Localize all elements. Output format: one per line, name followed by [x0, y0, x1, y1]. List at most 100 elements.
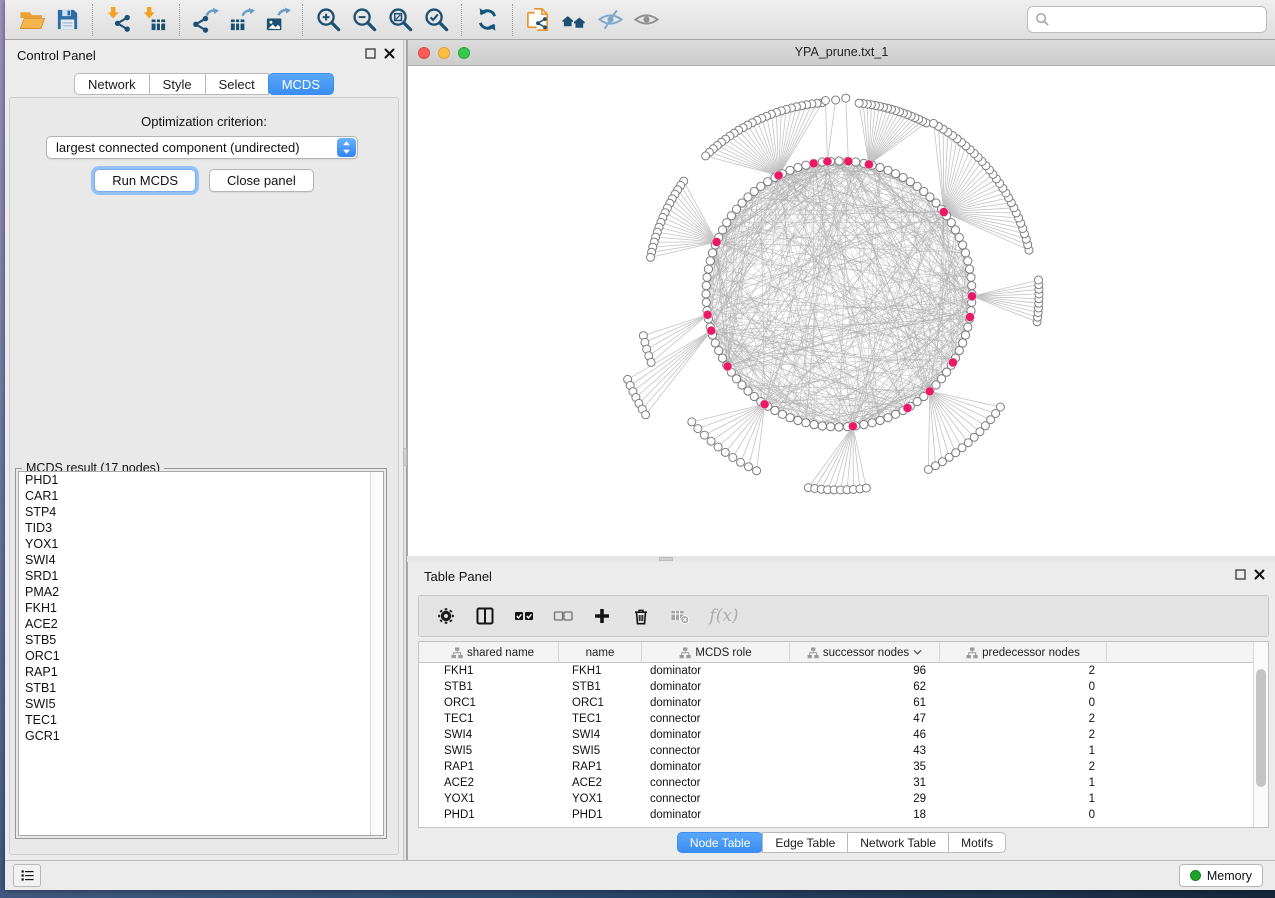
result-node-item[interactable]: SWI5 — [19, 696, 383, 712]
list-icon — [19, 867, 36, 884]
status-bar: Memory — [5, 860, 1275, 890]
table-row-ORC1[interactable]: ORC1ORC1dominator610 — [419, 695, 1254, 711]
cell-shared-name: SWI5 — [427, 743, 559, 759]
first-neighbors-icon — [561, 6, 588, 33]
run-mcds-button[interactable]: Run MCDS — [94, 169, 196, 192]
close-panel-icon[interactable] — [384, 48, 395, 59]
result-list-scrollbar[interactable] — [370, 472, 383, 835]
export-image-button[interactable] — [259, 3, 295, 37]
network-canvas[interactable] — [408, 66, 1274, 555]
criterion-dropdown[interactable]: largest connected component (undirected) — [46, 136, 358, 159]
task-history-button[interactable] — [13, 864, 41, 887]
toolbar-separator — [512, 4, 513, 36]
tab-select[interactable]: Select — [205, 73, 269, 95]
result-node-item[interactable]: SRD1 — [19, 568, 383, 584]
duplicate-network-button[interactable] — [520, 3, 556, 37]
table-tab-motifs[interactable]: Motifs — [948, 832, 1006, 853]
float-table-panel-icon[interactable] — [1235, 569, 1246, 580]
cell-predecessor-nodes: 1 — [940, 791, 1107, 807]
table-row-ACE2[interactable]: ACE2ACE2connector311 — [419, 775, 1254, 791]
cell-successor-nodes: 62 — [790, 679, 940, 695]
refresh-button[interactable] — [469, 3, 505, 37]
result-node-item[interactable]: YOX1 — [19, 536, 383, 552]
zoom-fit-button[interactable] — [382, 3, 418, 37]
result-node-item[interactable]: STB5 — [19, 632, 383, 648]
table-row-RAP1[interactable]: RAP1RAP1dominator352 — [419, 759, 1254, 775]
result-node-item[interactable]: TEC1 — [19, 712, 383, 728]
tab-style[interactable]: Style — [149, 73, 206, 95]
splitter-grip-h[interactable] — [659, 557, 673, 561]
tab-network[interactable]: Network — [74, 73, 150, 95]
table-row-STB1[interactable]: STB1STB1dominator620 — [419, 679, 1254, 695]
cell-name: STB1 — [559, 679, 642, 695]
table-row-FKH1[interactable]: FKH1FKH1dominator962 — [419, 663, 1254, 679]
close-table-panel-icon[interactable] — [1254, 569, 1265, 580]
show-all-button[interactable] — [628, 3, 664, 37]
cell-shared-name: RAP1 — [427, 759, 559, 775]
cell-predecessor-nodes: 2 — [940, 663, 1107, 679]
settings-gear-button[interactable] — [433, 603, 459, 629]
table-row-SWI4[interactable]: SWI4SWI4dominator462 — [419, 727, 1254, 743]
column-header-predecessor-nodes[interactable]: predecessor nodes — [940, 642, 1107, 663]
import-network-button[interactable] — [100, 3, 136, 37]
result-node-item[interactable]: PMA2 — [19, 584, 383, 600]
export-network-button[interactable] — [187, 3, 223, 37]
result-node-item[interactable]: GCR1 — [19, 728, 383, 744]
zoom-selected-button[interactable] — [418, 3, 454, 37]
first-neighbors-button[interactable] — [556, 3, 592, 37]
split-columns-button[interactable] — [472, 603, 498, 629]
cell-MCDS-role: dominator — [642, 807, 790, 823]
close-panel-button[interactable]: Close panel — [209, 169, 314, 192]
add-column-button[interactable] — [589, 603, 615, 629]
table-row-TEC1[interactable]: TEC1TEC1connector472 — [419, 711, 1254, 727]
table-row-SWI5[interactable]: SWI5SWI5connector431 — [419, 743, 1254, 759]
table-scrollbar[interactable] — [1253, 642, 1268, 827]
zoom-out-button[interactable] — [346, 3, 382, 37]
node-table: shared namenameMCDS rolesuccessor nodesp… — [418, 641, 1269, 828]
result-node-item[interactable]: STB1 — [19, 680, 383, 696]
table-header-row: shared namenameMCDS rolesuccessor nodesp… — [419, 642, 1254, 663]
cell-shared-name: PHD1 — [427, 807, 559, 823]
table-tab-edge-table[interactable]: Edge Table — [762, 832, 848, 853]
result-node-item[interactable]: RAP1 — [19, 664, 383, 680]
table-scrollbar-thumb[interactable] — [1256, 669, 1266, 787]
result-node-item[interactable]: ACE2 — [19, 616, 383, 632]
cell-shared-name: ACE2 — [427, 775, 559, 791]
deselect-all-checkboxes-button[interactable] — [550, 603, 576, 629]
export-table-button[interactable] — [223, 3, 259, 37]
column-type-icon — [807, 647, 819, 659]
tab-mcds[interactable]: MCDS — [268, 73, 334, 95]
control-panel: Control Panel NetworkStyleSelectMCDS Opt… — [5, 40, 403, 860]
table-row-YOX1[interactable]: YOX1YOX1connector291 — [419, 791, 1254, 807]
table-tab-network-table[interactable]: Network Table — [847, 832, 949, 853]
result-node-item[interactable]: TID3 — [19, 520, 383, 536]
search-input[interactable] — [1050, 12, 1259, 27]
select-all-checkboxes-button[interactable] — [511, 603, 537, 629]
zoom-in-button[interactable] — [310, 3, 346, 37]
open-folder-button[interactable] — [13, 3, 49, 37]
hide-selected-button[interactable] — [592, 3, 628, 37]
result-node-item[interactable]: SWI4 — [19, 552, 383, 568]
result-node-item[interactable]: ORC1 — [19, 648, 383, 664]
result-node-item[interactable]: PHD1 — [19, 472, 383, 488]
mcds-result-list[interactable]: PHD1CAR1STP4TID3YOX1SWI4SRD1PMA2FKH1ACE2… — [18, 471, 384, 836]
result-node-item[interactable]: STP4 — [19, 504, 383, 520]
mcds-panel: Optimization criterion: largest connecte… — [9, 97, 399, 855]
table-tab-node-table[interactable]: Node Table — [677, 832, 764, 853]
delete-column-button[interactable] — [628, 603, 654, 629]
cell-predecessor-nodes: 0 — [940, 807, 1107, 823]
result-node-item[interactable]: CAR1 — [19, 488, 383, 504]
zoom-out-icon — [351, 6, 378, 33]
memory-button[interactable]: Memory — [1179, 864, 1263, 887]
float-panel-icon[interactable] — [365, 48, 376, 59]
cell-name: YOX1 — [559, 791, 642, 807]
search-box[interactable] — [1027, 6, 1267, 33]
column-header-shared-name[interactable]: shared name — [427, 642, 559, 663]
column-header-successor-nodes[interactable]: successor nodes — [790, 642, 940, 663]
column-header-MCDS-role[interactable]: MCDS role — [642, 642, 790, 663]
result-node-item[interactable]: FKH1 — [19, 600, 383, 616]
save-button[interactable] — [49, 3, 85, 37]
column-header-name[interactable]: name — [559, 642, 642, 663]
table-row-PHD1[interactable]: PHD1PHD1dominator180 — [419, 807, 1254, 823]
import-table-button[interactable] — [136, 3, 172, 37]
